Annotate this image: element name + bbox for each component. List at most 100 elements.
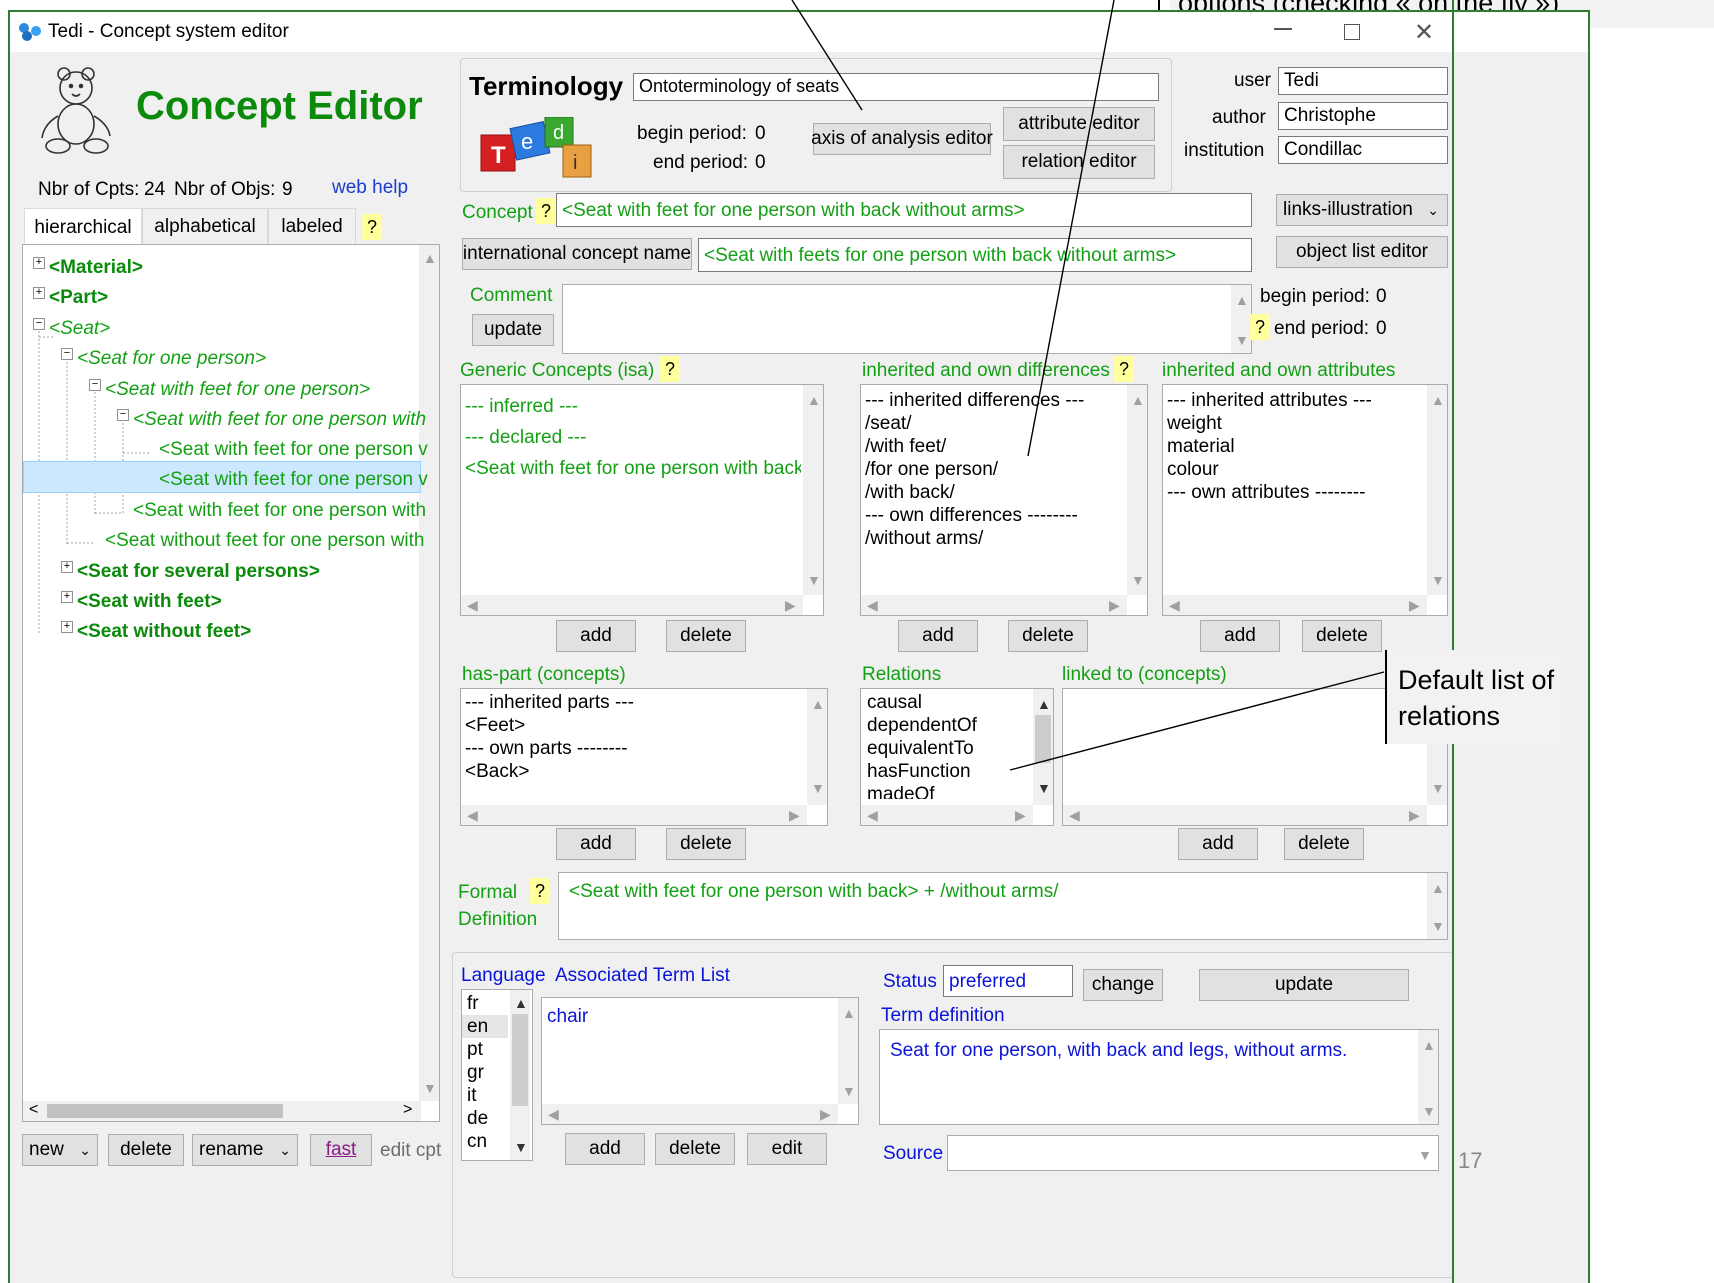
- web-help-link[interactable]: web help: [332, 177, 408, 199]
- formal-definition-field[interactable]: <Seat with feet for one person with back…: [558, 872, 1448, 940]
- rename-dropdown[interactable]: rename ⌄: [192, 1134, 298, 1166]
- attributes-vscrollbar[interactable]: ▲ ▼: [1427, 385, 1447, 595]
- tree-item-seat[interactable]: <Seat>: [49, 318, 110, 340]
- generic-scroll-left-icon[interactable]: ◀: [467, 598, 478, 612]
- author-field[interactable]: Christophe: [1278, 102, 1448, 130]
- collapse-seat-feet-back-icon[interactable]: −: [117, 409, 129, 421]
- new-dropdown[interactable]: new ⌄: [22, 1134, 98, 1166]
- relation-item[interactable]: equivalentTo: [867, 737, 1027, 760]
- has-part-list[interactable]: --- inherited parts --- <Feet> --- own p…: [460, 688, 828, 826]
- language-item[interactable]: de: [462, 1107, 508, 1130]
- difference-item[interactable]: /for one person/: [865, 458, 1125, 481]
- language-item[interactable]: it: [462, 1084, 508, 1107]
- has-part-item[interactable]: <Back>: [465, 760, 805, 783]
- user-field[interactable]: Tedi: [1278, 67, 1448, 95]
- concept-field[interactable]: <Seat with feet for one person with back…: [556, 193, 1252, 227]
- relation-item[interactable]: madeOf: [867, 783, 1027, 799]
- comment-update-button[interactable]: update: [472, 314, 554, 346]
- has-part-item[interactable]: <Feet>: [465, 714, 805, 737]
- collapse-seat-icon[interactable]: −: [33, 318, 45, 330]
- tree-delete-button[interactable]: delete: [108, 1134, 184, 1166]
- maximize-icon[interactable]: [1344, 24, 1360, 40]
- has-part-scroll-down-icon[interactable]: ▼: [811, 781, 825, 795]
- concept-help-icon[interactable]: ?: [536, 198, 556, 224]
- tree-scroll-left-icon[interactable]: <: [29, 1101, 38, 1119]
- term-scroll-left-icon[interactable]: ◀: [548, 1107, 559, 1121]
- tabs-help-icon[interactable]: ?: [362, 214, 382, 240]
- expand-several-icon[interactable]: +: [61, 561, 73, 573]
- tree-item-seat-without-feet-one[interactable]: <Seat without feet for one person with: [105, 530, 425, 552]
- generic-item[interactable]: --- declared ---: [465, 422, 801, 453]
- formal-help-icon[interactable]: ?: [530, 878, 550, 904]
- tree-scroll-up-icon[interactable]: ▲: [423, 251, 437, 265]
- differences-list[interactable]: --- inherited differences --- /seat/ /wi…: [860, 384, 1148, 616]
- comment-scroll-down-icon[interactable]: ▼: [1235, 333, 1249, 347]
- attributes-delete-button[interactable]: delete: [1302, 620, 1382, 652]
- links-illustration-select[interactable]: links-illustration ⌄: [1276, 194, 1448, 226]
- attribute-item[interactable]: --- inherited attributes ---: [1167, 389, 1425, 412]
- generic-hscrollbar[interactable]: ◀ ▶: [461, 595, 803, 615]
- has-part-scroll-up-icon[interactable]: ▲: [811, 697, 825, 711]
- differences-scroll-down-icon[interactable]: ▼: [1131, 573, 1145, 587]
- tree-item-part[interactable]: <Part>: [49, 287, 108, 309]
- relation-item[interactable]: dependentOf: [867, 714, 1027, 737]
- relations-scroll-up-icon[interactable]: ▲: [1037, 697, 1051, 711]
- has-part-vscrollbar[interactable]: ▲ ▼: [807, 689, 827, 805]
- term-def-scroll-up-icon[interactable]: ▲: [1422, 1038, 1436, 1052]
- relation-editor-button[interactable]: relation editor: [1003, 145, 1155, 179]
- language-item-selected[interactable]: en: [462, 1015, 508, 1038]
- attributes-hscrollbar[interactable]: ◀ ▶: [1163, 595, 1427, 615]
- formal-scroll-up-icon[interactable]: ▲: [1431, 881, 1445, 895]
- attributes-scroll-up-icon[interactable]: ▲: [1431, 393, 1445, 407]
- attributes-add-button[interactable]: add: [1200, 620, 1280, 652]
- difference-item[interactable]: /with back/: [865, 481, 1125, 504]
- attribute-item[interactable]: weight: [1167, 412, 1425, 435]
- tree-item-seat-feet-back[interactable]: <Seat with feet for one person with: [133, 409, 426, 431]
- has-part-item[interactable]: --- inherited parts ---: [465, 691, 805, 714]
- concept-tree[interactable]: ▲ ▼ < > + <Material> + <Part> − <Seat> −…: [22, 244, 440, 1122]
- differences-vscrollbar[interactable]: ▲ ▼: [1127, 385, 1147, 595]
- term-edit-button[interactable]: edit: [747, 1133, 827, 1165]
- collapse-seat-feet-one-icon[interactable]: −: [89, 379, 101, 391]
- term-scroll-right-icon[interactable]: ▶: [820, 1107, 831, 1121]
- term-list[interactable]: chair ▲ ▼ ◀ ▶: [541, 997, 859, 1125]
- term-def-scroll-down-icon[interactable]: ▼: [1422, 1104, 1436, 1118]
- language-vscrollbar[interactable]: ▲ ▼: [510, 990, 530, 1160]
- tree-item-seat-one-person[interactable]: <Seat for one person>: [77, 348, 266, 370]
- comment-scroll-up-icon[interactable]: ▲: [1235, 293, 1249, 307]
- source-scroll-icon[interactable]: ▼: [1418, 1148, 1432, 1162]
- attributes-list[interactable]: --- inherited attributes --- weight mate…: [1162, 384, 1448, 616]
- minimize-icon[interactable]: [1274, 28, 1292, 30]
- linked-scroll-left-icon[interactable]: ◀: [1069, 808, 1080, 822]
- has-part-delete-button[interactable]: delete: [666, 828, 746, 860]
- language-item[interactable]: gr: [462, 1061, 508, 1084]
- tree-item-seat-feet-one-person[interactable]: <Seat with feet for one person>: [105, 379, 370, 401]
- term-update-button[interactable]: update: [1199, 969, 1409, 1001]
- tab-hierarchical[interactable]: hierarchical: [24, 208, 142, 246]
- generic-item[interactable]: <Seat with feet for one person with back…: [465, 453, 801, 484]
- comment-field[interactable]: ▲ ▼: [562, 284, 1252, 354]
- generic-item[interactable]: --- inferred ---: [465, 391, 801, 422]
- has-part-scroll-right-icon[interactable]: ▶: [789, 808, 800, 822]
- generic-scroll-up-icon[interactable]: ▲: [807, 393, 821, 407]
- linked-add-button[interactable]: add: [1178, 828, 1258, 860]
- tab-alphabetical[interactable]: alphabetical: [142, 208, 268, 244]
- tree-item-seat-several[interactable]: <Seat for several persons>: [77, 561, 320, 583]
- relations-scroll-left-icon[interactable]: ◀: [867, 808, 878, 822]
- tree-hscrollbar[interactable]: < >: [23, 1101, 421, 1121]
- differences-hscrollbar[interactable]: ◀ ▶: [861, 595, 1127, 615]
- difference-item[interactable]: /without arms/: [865, 527, 1125, 550]
- tree-item-material[interactable]: <Material>: [49, 257, 143, 279]
- axis-of-analysis-button[interactable]: axis of analysis editor: [811, 123, 993, 155]
- relations-list[interactable]: causal dependentOf equivalentTo hasFunct…: [860, 688, 1054, 826]
- tree-scroll-right-icon[interactable]: >: [403, 1101, 412, 1119]
- generic-add-button[interactable]: add: [556, 620, 636, 652]
- concept-period-help-icon[interactable]: ?: [1250, 314, 1270, 340]
- expand-with-feet-icon[interactable]: +: [61, 591, 73, 603]
- expand-without-feet-icon[interactable]: +: [61, 621, 73, 633]
- terminology-name-field[interactable]: Ontoterminology of seats: [633, 73, 1159, 101]
- difference-item[interactable]: /seat/: [865, 412, 1125, 435]
- relations-scroll-down-icon[interactable]: ▼: [1037, 781, 1051, 795]
- attributes-scroll-left-icon[interactable]: ◀: [1169, 598, 1180, 612]
- object-list-editor-button[interactable]: object list editor: [1276, 236, 1448, 268]
